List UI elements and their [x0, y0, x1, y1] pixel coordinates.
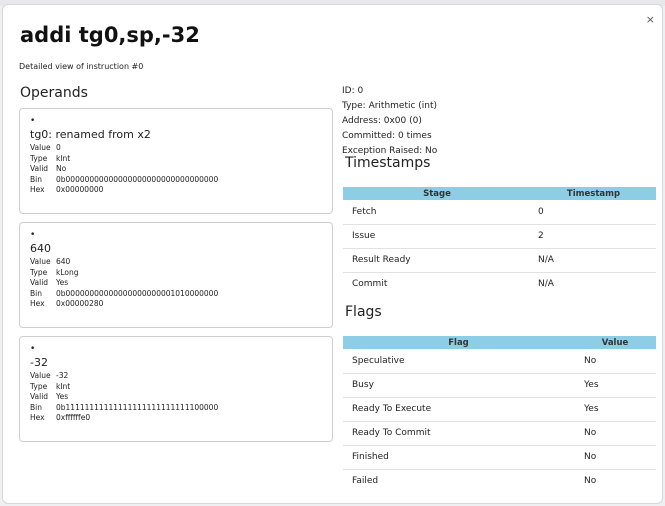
operand-card: • 640 Value 640 Type kLong Valid Yes Bin 0b0…: [19, 222, 333, 328]
modal-title: addi tg0,sp,-32: [20, 23, 200, 47]
operand-value-label: Value: [30, 257, 51, 266]
table-row: Ready To Execute Yes: [343, 397, 656, 422]
operand-bin-label: Bin: [30, 174, 42, 184]
flag-value-cell: No: [574, 421, 656, 446]
operand-card: • -32 Value -32 Type kInt Valid Yes Bin 0b11…: [19, 336, 333, 442]
stage-cell: Fetch: [343, 200, 531, 225]
info-type: Type: Arithmetic (int): [342, 101, 438, 111]
table-row: Issue 2: [343, 224, 656, 249]
flag-cell: Ready To Commit: [343, 421, 574, 446]
operand-type: kInt: [56, 381, 71, 391]
operand-hex: 0x00000280: [56, 299, 104, 308]
operand-value-label: Value: [30, 143, 51, 152]
flag-value-cell: Yes: [574, 397, 656, 422]
operand-bullet: •: [30, 116, 36, 126]
operand-value: 640: [56, 257, 71, 266]
table-row: Speculative No: [343, 349, 656, 374]
timestamp-cell: N/A: [531, 248, 656, 273]
table-row: Commit N/A: [343, 272, 656, 296]
table-row: Finished No: [343, 445, 656, 470]
instruction-info: ID: 0 Type: Arithmetic (int) Address: 0x…: [342, 84, 437, 159]
flag-cell: Finished: [343, 445, 574, 470]
modal-subtitle: Detailed view of instruction #0: [19, 62, 144, 71]
operand-title: 640: [30, 242, 51, 255]
info-id: ID: 0: [342, 86, 364, 96]
operands-heading: Operands: [20, 85, 88, 101]
operand-hex-label: Hex: [30, 299, 45, 308]
operand-valid-label: Valid: [30, 278, 49, 287]
operand-valid: Yes: [56, 278, 69, 287]
table-row: Result Ready N/A: [343, 248, 656, 273]
column-header-value: Value: [574, 336, 656, 349]
operand-type: kInt: [56, 153, 71, 163]
stage-cell: Issue: [343, 224, 531, 249]
table-row: Ready To Commit No: [343, 421, 656, 446]
operand-valid-label: Valid: [30, 392, 49, 401]
flag-cell: Speculative: [343, 349, 574, 374]
timestamp-cell: N/A: [538, 279, 554, 290]
table-row: Failed No: [343, 469, 656, 493]
operand-title: -32: [30, 356, 48, 369]
column-header-flag: Flag: [343, 336, 574, 349]
flag-value-cell: No: [574, 445, 656, 470]
operand-hex: 0x00000000: [56, 185, 104, 194]
operand-type-label: Type: [30, 267, 48, 277]
operand-type-label: Type: [30, 381, 48, 391]
flags-table: Flag Value Speculative No Busy Yes Ready…: [343, 336, 656, 493]
table-row: Fetch 0: [343, 200, 656, 225]
operand-bin-label: Bin: [30, 402, 42, 412]
column-header-stage: Stage: [343, 187, 531, 200]
operand-value: 0: [56, 143, 61, 152]
operand-hex-label: Hex: [30, 413, 45, 422]
flag-cell: Ready To Execute: [343, 397, 574, 422]
timestamps-heading: Timestamps: [345, 155, 431, 171]
operand-bullet: •: [30, 230, 36, 240]
flag-value-cell: No: [584, 476, 597, 487]
flags-heading: Flags: [345, 304, 382, 320]
operand-valid-label: Valid: [30, 164, 49, 173]
operand-type: kLong: [56, 267, 79, 277]
operand-value-label: Value: [30, 371, 51, 380]
flag-value-cell: No: [574, 349, 656, 374]
stage-cell: Result Ready: [343, 248, 531, 273]
flag-cell: Failed: [352, 476, 379, 487]
flag-value-cell: Yes: [574, 373, 656, 398]
operand-valid: Yes: [56, 392, 69, 401]
operand-bin: 0b11111111111111111111111111100000: [56, 402, 219, 412]
operand-bin: 0b00000000000000000000000000000000: [56, 174, 219, 184]
info-committed: Committed: 0 times: [342, 131, 432, 141]
stage-cell: Commit: [352, 279, 388, 290]
flag-cell: Busy: [343, 373, 574, 398]
timestamp-cell: 0: [531, 200, 656, 225]
operand-bin: 0b00000000000000000000001010000000: [56, 288, 219, 298]
table-row: Busy Yes: [343, 373, 656, 398]
operand-hex-label: Hex: [30, 185, 45, 194]
timestamp-cell: 2: [531, 224, 656, 249]
operand-valid: No: [56, 164, 67, 173]
operand-hex: 0xffffffe0: [56, 413, 91, 422]
operand-value: -32: [56, 371, 69, 380]
column-header-timestamp: Timestamp: [531, 187, 656, 200]
timestamps-table: Stage Timestamp Fetch 0 Issue 2 Result R…: [343, 187, 656, 296]
info-address: Address: 0x00 (0): [342, 116, 422, 126]
operand-type-label: Type: [30, 153, 48, 163]
operand-title: tg0: renamed from x2: [30, 128, 151, 141]
instruction-detail-modal: × addi tg0,sp,-32 Detailed view of instr…: [2, 4, 663, 504]
operand-card: • tg0: renamed from x2 Value 0 Type kInt V…: [19, 108, 333, 214]
close-button[interactable]: ×: [646, 14, 655, 25]
operand-bullet: •: [30, 344, 36, 354]
operand-bin-label: Bin: [30, 288, 42, 298]
